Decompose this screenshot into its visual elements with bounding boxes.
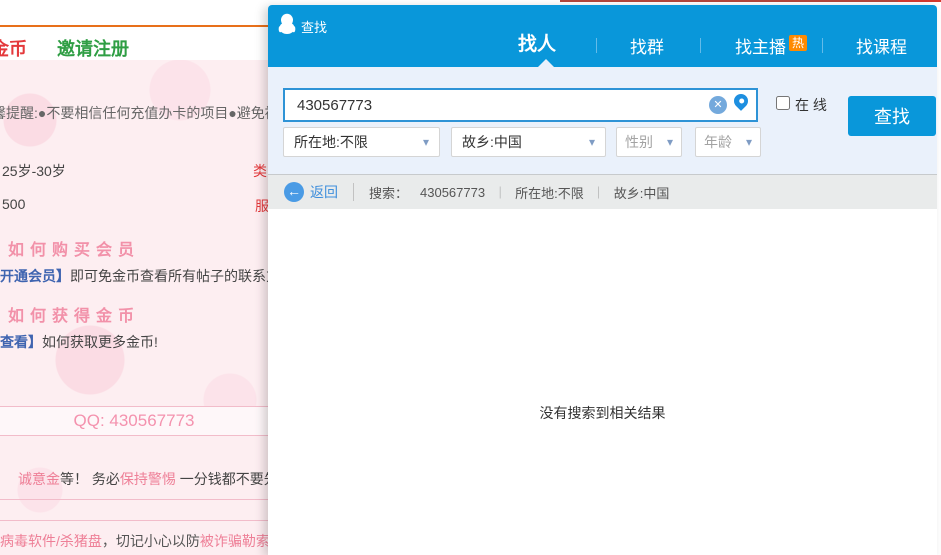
tab-separator [596, 38, 597, 53]
search-summary: 搜索： 430567773 ｜ 所在地:不限 ｜ 故乡:中国 [369, 183, 669, 202]
membership-instruction: 我开通会员】即可免金币查看所有帖子的联系方式 [0, 266, 268, 286]
divider [0, 499, 268, 500]
summary-separator: ｜ [494, 184, 506, 201]
filter-location-value: 所在地:不限 [294, 134, 368, 150]
search-section: ✕ 在 线 查找 所在地:不限 ▾ 故乡:中国 ▾ 性别 ▾ 年龄 ▾ [268, 67, 937, 174]
tab-find-people[interactable]: 找人 [518, 29, 556, 56]
scam-warning-text: 病毒软件/杀猪盘，切记小心以防被诈骗勒索钱财 [0, 531, 268, 551]
divider [0, 520, 268, 521]
location-pin-icon[interactable] [731, 91, 751, 111]
back-button[interactable]: ← 返回 [284, 182, 338, 202]
clipped-label-2: 服 [255, 196, 268, 216]
dialog-header: 查找 找人 找群 找主播 热 找课程 [268, 5, 937, 67]
summary-filter-hometown: 故乡:中国 [614, 183, 670, 202]
find-button[interactable]: 查找 [848, 96, 936, 136]
page-notice-text: 馨提醒:●不要相信任何充值办卡的项目●避免被仙人 [0, 103, 268, 123]
clear-icon[interactable]: ✕ [709, 96, 727, 114]
filter-age-dropdown[interactable]: 年龄 ▾ [695, 127, 761, 157]
filter-gender-dropdown[interactable]: 性别 ▾ [616, 127, 682, 157]
summary-query: 430567773 [420, 185, 485, 200]
view-coins-link[interactable]: 我查看】 [0, 334, 42, 350]
price-text: 500 [2, 196, 25, 212]
page-content-panel: 馨提醒:●不要相信任何充值办卡的项目●避免被仙人 25岁-30岁 类 500 服… [0, 60, 268, 555]
coins-instruction-text: 如何获取更多金币! [42, 334, 158, 350]
open-membership-link[interactable]: 我开通会员】 [0, 268, 70, 284]
section-title-get-coins: 如何获得金币 [8, 302, 140, 326]
empty-results-message: 没有搜索到相关结果 [268, 403, 937, 423]
online-checkbox[interactable] [776, 96, 790, 110]
qq-number-row: QQ: 430567773 [0, 406, 268, 436]
summary-separator: ｜ [593, 184, 605, 201]
back-arrow-icon: ← [284, 182, 304, 202]
warning-text-tail: 一分钱都不要先给；以免 [176, 471, 268, 487]
filter-gender-value: 性别 [625, 134, 653, 150]
tab-find-group[interactable]: 找群 [630, 33, 664, 58]
filter-hometown-dropdown[interactable]: 故乡:中国 ▾ [451, 127, 606, 157]
chevron-down-icon: ▾ [746, 128, 752, 156]
online-label: 在 线 [795, 95, 827, 115]
section-title-buy-membership: 如何购买会员 [8, 236, 140, 260]
scam-text-mid: ，切记小心 [102, 533, 172, 549]
page-top-divider [0, 25, 300, 27]
summary-prefix: 搜索： [369, 183, 408, 202]
warning-text: 诚意金等！ 务必保持警惕 一分钱都不要先给；以免 [18, 469, 268, 489]
divider [353, 183, 354, 201]
search-input[interactable] [285, 90, 705, 120]
scam-text-mid2: 以防 [172, 533, 200, 549]
result-summary-bar: ← 返回 搜索： 430567773 ｜ 所在地:不限 ｜ 故乡:中国 [268, 174, 937, 209]
summary-filter-location: 所在地:不限 [515, 183, 584, 202]
nav-item-gold[interactable]: 金币 [0, 35, 27, 61]
coins-instruction: 我查看】如何获取更多金币! [0, 332, 158, 352]
scam-link-2[interactable]: 被诈骗勒索钱财 [200, 533, 268, 549]
screen: 金币 邀请注册 馨提醒:●不要相信任何充值办卡的项目●避免被仙人 25岁-30岁… [0, 0, 941, 555]
chevron-down-icon: ▾ [423, 128, 429, 156]
browser-edge-line-accent [898, 0, 941, 2]
filter-age-value: 年龄 [704, 134, 732, 150]
membership-instruction-text: 即可免金币查看所有帖子的联系方式 [70, 268, 268, 284]
warning-link-alert[interactable]: 保持警惕 [120, 471, 176, 487]
qq-find-dialog: 查找 找人 找群 找主播 热 找课程 ✕ 在 线 查找 所在地:不限 ▾ [268, 5, 937, 555]
chevron-down-icon: ▾ [589, 128, 595, 156]
browser-edge-line [560, 0, 941, 2]
warning-link-deposit[interactable]: 诚意金 [18, 471, 60, 487]
scam-link-1[interactable]: 病毒软件/杀猪盘 [0, 533, 102, 549]
dialog-title: 查找 [301, 17, 327, 36]
warning-text-mid: 等！ 务必 [60, 471, 120, 487]
tab-find-course[interactable]: 找课程 [856, 33, 907, 58]
filter-hometown-value: 故乡:中国 [462, 134, 522, 150]
hot-badge: 热 [789, 35, 807, 51]
tab-separator [700, 38, 701, 53]
chevron-down-icon: ▾ [667, 128, 673, 156]
tab-find-streamer[interactable]: 找主播 [735, 33, 786, 58]
results-area: 没有搜索到相关结果 [268, 209, 937, 555]
qq-penguin-icon [278, 13, 296, 34]
filter-location-dropdown[interactable]: 所在地:不限 ▾ [283, 127, 440, 157]
search-field: ✕ [283, 88, 758, 122]
nav-item-invite-register[interactable]: 邀请注册 [57, 35, 129, 61]
active-tab-caret [538, 59, 554, 67]
tab-separator [822, 38, 823, 53]
clipped-label-1: 类 [253, 161, 267, 181]
back-label: 返回 [310, 182, 338, 202]
age-range-text: 25岁-30岁 [2, 161, 66, 181]
